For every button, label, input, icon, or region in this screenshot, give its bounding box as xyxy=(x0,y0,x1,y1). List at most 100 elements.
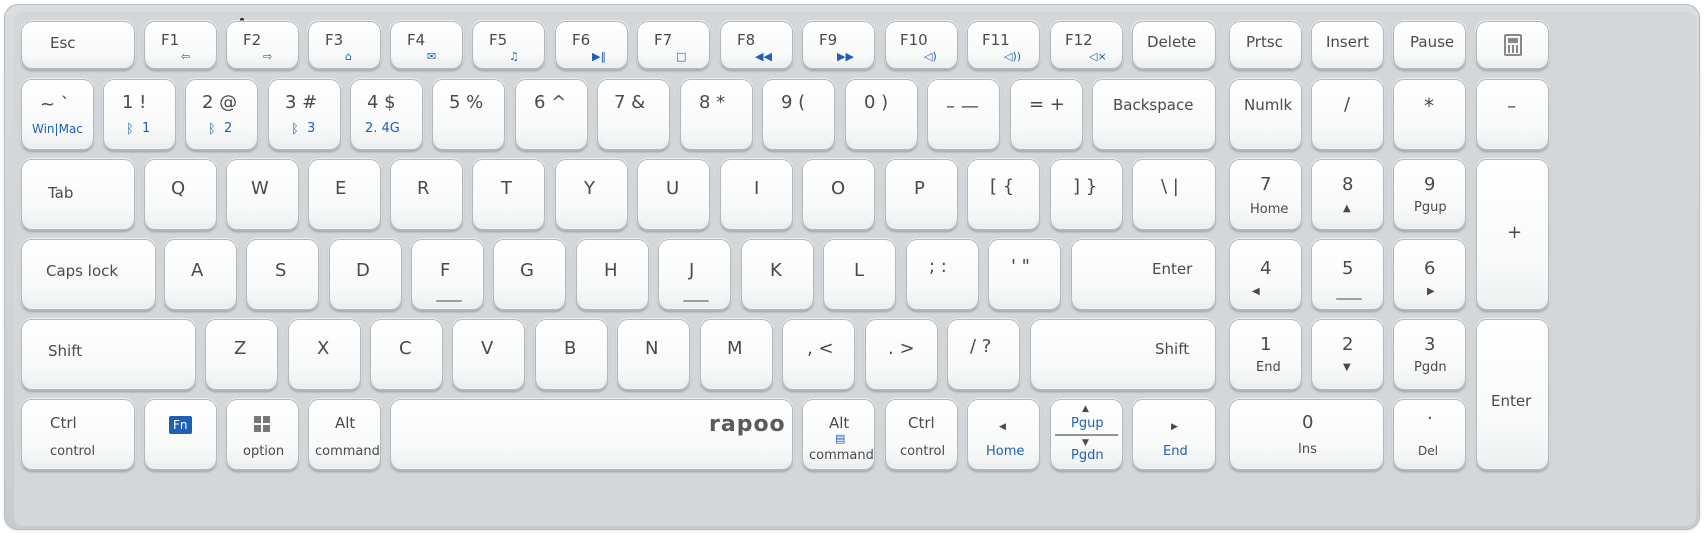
key-u[interactable]: U xyxy=(637,159,710,230)
key-numpad-9[interactable]: 9 Pgup xyxy=(1393,159,1466,230)
key-s[interactable]: S xyxy=(246,239,319,310)
key-numpad-0[interactable]: 0 Ins xyxy=(1229,399,1384,470)
key-f12[interactable]: F12 ◁× xyxy=(1050,21,1123,69)
key-f2[interactable]: F2 ⇨ xyxy=(226,21,299,69)
key-esc[interactable]: Esc xyxy=(21,21,135,69)
key-minus[interactable]: – — xyxy=(927,79,1000,150)
brand-logo: rapoo xyxy=(709,412,786,437)
key-f10[interactable]: F10 ◁) xyxy=(885,21,958,69)
key-t[interactable]: T xyxy=(472,159,545,230)
key-semicolon[interactable]: ; : xyxy=(906,239,979,310)
key-right-ctrl[interactable]: Ctrl control xyxy=(885,399,958,470)
key-h[interactable]: H xyxy=(576,239,649,310)
key-v[interactable]: V xyxy=(452,319,525,390)
key-backspace[interactable]: Backspace xyxy=(1092,79,1216,150)
key-numpad-enter[interactable]: Enter xyxy=(1476,319,1549,470)
key-period[interactable]: . > xyxy=(865,319,938,390)
key-e[interactable]: E xyxy=(308,159,381,230)
key-3[interactable]: 3 # ᛒ 3 xyxy=(268,79,341,150)
key-numpad-star[interactable]: * xyxy=(1393,79,1466,150)
key-f7[interactable]: F7 □ xyxy=(637,21,710,69)
key-enter[interactable]: Enter xyxy=(1071,239,1216,310)
key-d[interactable]: D xyxy=(329,239,402,310)
key-l[interactable]: L xyxy=(823,239,896,310)
key-equals[interactable]: = + xyxy=(1010,79,1083,150)
key-prtsc[interactable]: Prtsc xyxy=(1229,21,1302,69)
key-left-bracket[interactable]: [ { xyxy=(967,159,1040,230)
key-right-shift[interactable]: Shift xyxy=(1030,319,1216,390)
key-m[interactable]: M xyxy=(700,319,773,390)
key-label: / xyxy=(1344,94,1351,115)
key-tilde[interactable]: ~ ` Win|Mac xyxy=(21,79,94,150)
key-fn[interactable]: Fn xyxy=(144,399,217,470)
key-w[interactable]: W xyxy=(226,159,299,230)
key-x[interactable]: X xyxy=(288,319,361,390)
key-y[interactable]: Y xyxy=(555,159,628,230)
key-a[interactable]: A xyxy=(164,239,237,310)
key-numpad-3[interactable]: 3 Pgdn xyxy=(1393,319,1466,390)
key-left-arrow[interactable]: ◀ Home xyxy=(967,399,1040,470)
key-f6[interactable]: F6 ▶‖ xyxy=(555,21,628,69)
key-f4[interactable]: F4 ✉ xyxy=(390,21,463,69)
key-f3[interactable]: F3 ⌂ xyxy=(308,21,381,69)
key-windows[interactable]: option xyxy=(226,399,299,470)
key-4[interactable]: 4 $ 2. 4G xyxy=(350,79,423,150)
key-numpad-slash[interactable]: / xyxy=(1311,79,1384,150)
key-2[interactable]: 2 @ ᛒ 2 xyxy=(185,79,258,150)
key-j[interactable]: J xyxy=(658,239,731,310)
key-right-arrow[interactable]: ▶ End xyxy=(1132,399,1216,470)
key-tab[interactable]: Tab xyxy=(21,159,135,230)
key-z[interactable]: Z xyxy=(205,319,278,390)
key-r[interactable]: R xyxy=(390,159,463,230)
key-numpad-6[interactable]: 6 ▶ xyxy=(1393,239,1466,310)
key-6[interactable]: 6 ^ xyxy=(515,79,588,150)
key-comma[interactable]: , < xyxy=(782,319,855,390)
key-left-alt[interactable]: Alt command xyxy=(308,399,381,470)
key-k[interactable]: K xyxy=(741,239,814,310)
key-numpad-dot[interactable]: · Del xyxy=(1393,399,1466,470)
key-slash[interactable]: / ? xyxy=(947,319,1020,390)
key-0[interactable]: 0 ) xyxy=(845,79,918,150)
key-f9[interactable]: F9 ▶▶ xyxy=(802,21,875,69)
key-right-alt[interactable]: Alt ▤ command xyxy=(802,399,875,470)
key-b[interactable]: B xyxy=(535,319,608,390)
key-left-ctrl[interactable]: Ctrl control xyxy=(21,399,135,470)
key-f5[interactable]: F5 ♫ xyxy=(472,21,545,69)
key-numpad-8[interactable]: 8 ▲ xyxy=(1311,159,1384,230)
key-8[interactable]: 8 * xyxy=(680,79,753,150)
key-numpad-1[interactable]: 1 End xyxy=(1229,319,1302,390)
key-backslash[interactable]: \ | xyxy=(1132,159,1216,230)
key-left-shift[interactable]: Shift xyxy=(21,319,196,390)
key-numpad-7[interactable]: 7 Home xyxy=(1229,159,1302,230)
key-up-down-arrows[interactable]: ▲ Pgup ▼ Pgdn xyxy=(1050,399,1123,470)
key-g[interactable]: G xyxy=(493,239,566,310)
key-calculator[interactable] xyxy=(1476,21,1549,69)
key-numpad-5[interactable]: 5 xyxy=(1311,239,1384,310)
key-caps-lock[interactable]: Caps lock xyxy=(21,239,156,310)
key-5[interactable]: 5 % xyxy=(432,79,505,150)
key-numpad-minus[interactable]: – xyxy=(1476,79,1549,150)
key-pause[interactable]: Pause xyxy=(1393,21,1466,69)
key-i[interactable]: I xyxy=(720,159,793,230)
key-1[interactable]: 1 ! ᛒ 1 xyxy=(103,79,176,150)
key-right-bracket[interactable]: ] } xyxy=(1050,159,1123,230)
key-o[interactable]: O xyxy=(802,159,875,230)
key-numlk[interactable]: Numlk xyxy=(1229,79,1302,150)
key-f11[interactable]: F11 ◁)) xyxy=(967,21,1040,69)
key-7[interactable]: 7 & xyxy=(597,79,670,150)
key-f[interactable]: F xyxy=(411,239,484,310)
key-n[interactable]: N xyxy=(617,319,690,390)
key-f1[interactable]: F1 ⇦ xyxy=(144,21,217,69)
key-numpad-2[interactable]: 2 ▼ xyxy=(1311,319,1384,390)
key-delete[interactable]: Delete xyxy=(1132,21,1216,69)
key-f8[interactable]: F8 ◀◀ xyxy=(720,21,793,69)
key-p[interactable]: P xyxy=(885,159,958,230)
key-q[interactable]: Q xyxy=(144,159,217,230)
key-9[interactable]: 9 ( xyxy=(762,79,835,150)
key-numpad-4[interactable]: 4 ◀ xyxy=(1229,239,1302,310)
key-numpad-plus[interactable]: + xyxy=(1476,159,1549,310)
key-space[interactable]: rapoo xyxy=(390,399,793,470)
key-insert[interactable]: Insert xyxy=(1311,21,1384,69)
key-quote[interactable]: ' " xyxy=(988,239,1061,310)
key-c[interactable]: C xyxy=(370,319,443,390)
